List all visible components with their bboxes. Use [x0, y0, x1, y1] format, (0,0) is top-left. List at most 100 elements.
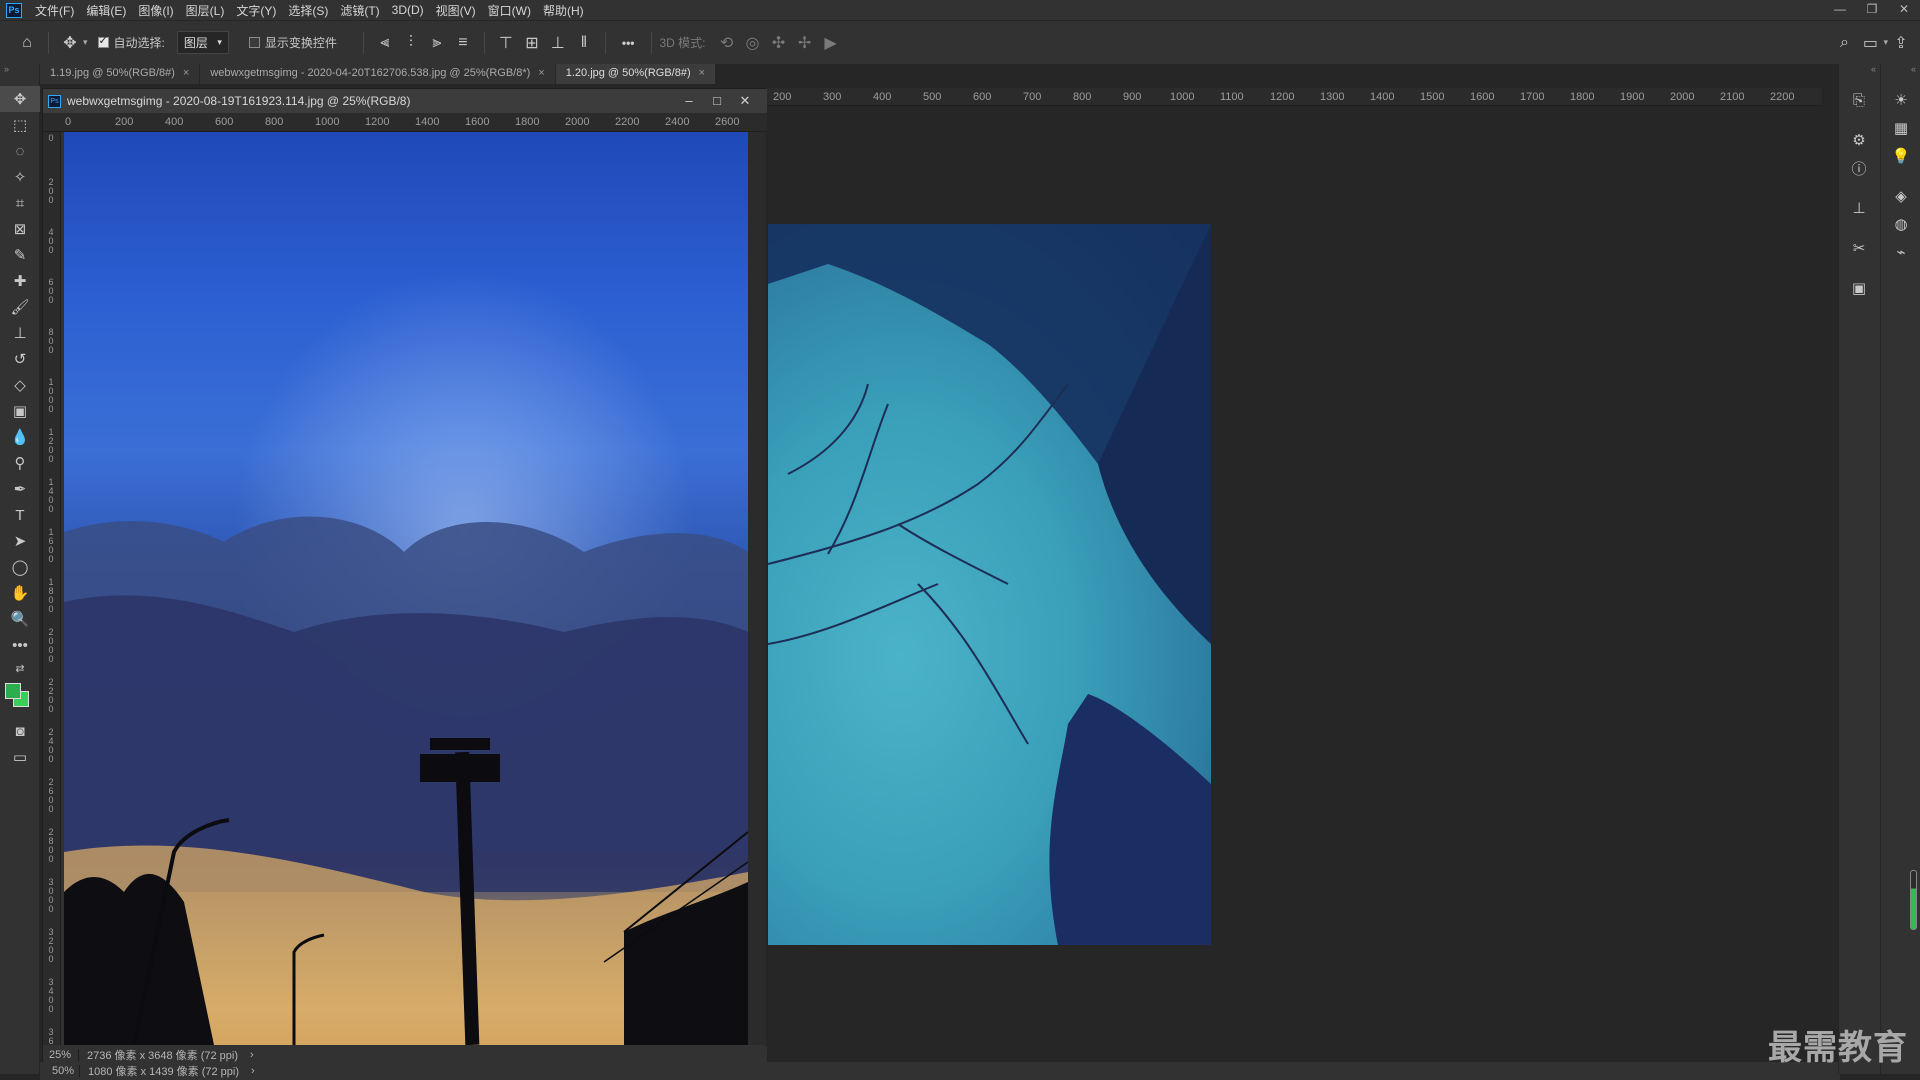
close-button[interactable]: ✕ [1888, 0, 1920, 20]
align-bottom-icon[interactable]: ⊥ [545, 31, 571, 55]
more-options-button[interactable]: ••• [622, 36, 635, 50]
screen-mode-icon[interactable]: ▭ [0, 744, 40, 770]
close-icon[interactable]: × [538, 67, 544, 79]
align-right-icon[interactable]: ⫸ [424, 31, 450, 55]
document-window-controls: – □ ✕ [675, 89, 759, 113]
chevron-right-icon[interactable]: › [250, 1049, 254, 1061]
history-brush-tool-icon[interactable]: ↺ [0, 346, 40, 372]
marquee-tool-icon[interactable]: ⬚ [0, 112, 40, 138]
home-icon[interactable]: ⌂ [14, 31, 40, 55]
distribute-horizontal-icon[interactable]: ≡ [450, 31, 476, 55]
move-tool-icon[interactable]: ✥ [57, 31, 83, 55]
more-tools-icon[interactable]: ••• [0, 632, 40, 658]
quick-mask-icon[interactable]: ◙ [0, 718, 40, 744]
tab-doc-1[interactable]: 1.19.jpg @ 50%(RGB/8#) × [40, 64, 201, 84]
menu-image[interactable]: 图像(I) [132, 2, 179, 19]
path-selection-tool-icon[interactable]: ➤ [0, 528, 40, 554]
share-icon[interactable]: ⇪ [1888, 31, 1914, 55]
zoom-level[interactable]: 25% [43, 1049, 79, 1061]
clone-stamp-tool-icon[interactable]: ⊥ [0, 320, 40, 346]
search-icon[interactable]: ⌕ [1831, 31, 1857, 55]
blur-tool-icon[interactable]: 💧 [0, 424, 40, 450]
align-middle-icon[interactable]: ⊞ [519, 31, 545, 55]
channels-panel-icon[interactable]: ◍ [1881, 210, 1920, 238]
menu-filter[interactable]: 滤镜(T) [334, 2, 385, 19]
show-transform-checkbox[interactable] [248, 37, 260, 48]
align-left-icon[interactable]: ⫷ [372, 31, 398, 55]
artboard-panel-icon[interactable]: ▣ [1839, 274, 1879, 302]
align-center-icon[interactable]: ⫶ [398, 31, 424, 55]
paths-panel-icon[interactable]: ⌁ [1881, 238, 1920, 266]
type-tool-icon[interactable]: T [0, 502, 40, 528]
info-panel-icon[interactable]: ⓘ [1839, 154, 1879, 182]
workspace-icon[interactable]: ▭ [1857, 31, 1883, 55]
brush-tool-icon[interactable]: 🖌 [0, 294, 40, 320]
menu-edit[interactable]: 编辑(E) [80, 2, 132, 19]
zoom-level[interactable]: 50% [40, 1065, 80, 1077]
menu-window[interactable]: 窗口(W) [482, 2, 537, 19]
canvas-image-tree-branches[interactable] [768, 224, 1211, 945]
dodge-tool-icon[interactable]: ⚲ [0, 450, 40, 476]
canvas-image-sky[interactable] [64, 132, 748, 1045]
zoom-tool-icon[interactable]: 🔍 [0, 606, 40, 632]
crop-tool-icon[interactable]: ⌗ [0, 190, 40, 216]
magic-wand-tool-icon[interactable]: ✧ [0, 164, 40, 190]
close-icon[interactable]: × [699, 67, 705, 79]
adjustments-panel-icon[interactable]: ☀ [1881, 86, 1920, 114]
tab-doc-3[interactable]: 1.20.jpg @ 50%(RGB/8#) × [555, 64, 717, 84]
history-panel-icon[interactable]: ⎘ [1839, 86, 1879, 114]
menu-select[interactable]: 选择(S) [282, 2, 334, 19]
foreground-color-swatch[interactable] [5, 683, 21, 699]
menu-help[interactable]: 帮助(H) [537, 2, 590, 19]
collapse-toggle-icon[interactable]: » [0, 64, 39, 86]
tool-presets-panel-icon[interactable]: ✂ [1839, 234, 1879, 262]
properties-panel-icon[interactable]: ⚙ [1839, 126, 1879, 154]
distribute-vertical-icon[interactable]: ‖ [571, 31, 597, 55]
ellipse-tool-icon[interactable]: ◯ [0, 554, 40, 580]
tree-silhouette [768, 224, 1211, 945]
restore-button[interactable]: ❐ [1856, 0, 1888, 20]
swap-colors-icon[interactable]: ⇄ [0, 658, 40, 678]
close-icon[interactable]: × [183, 67, 189, 79]
layer-dropdown[interactable]: 图层 ▾ [176, 31, 229, 54]
minimize-button[interactable]: — [1824, 0, 1856, 20]
close-button[interactable]: ✕ [731, 89, 759, 113]
frame-tool-icon[interactable]: ⊠ [0, 216, 40, 242]
collapse-toggle-icon[interactable]: « [1839, 64, 1880, 86]
menu-file[interactable]: 文件(F) [29, 2, 80, 19]
chevron-right-icon[interactable]: › [251, 1065, 255, 1077]
camera-3d-icon[interactable]: ▶ [818, 31, 844, 55]
menu-type[interactable]: 文字(Y) [230, 2, 282, 19]
layers-panel-icon[interactable]: ◈ [1881, 182, 1920, 210]
clone-source-panel-icon[interactable]: ⊥ [1839, 194, 1879, 222]
swatches-panel-icon[interactable]: ▦ [1881, 114, 1920, 142]
slide-3d-icon[interactable]: ✢ [792, 31, 818, 55]
align-top-icon[interactable]: ⊤ [493, 31, 519, 55]
orbit-3d-icon[interactable]: ⟲ [714, 31, 740, 55]
lasso-tool-icon[interactable]: ◌ [0, 138, 40, 164]
vertical-scrollbar[interactable] [748, 132, 766, 1045]
ruler-tick: 6 0 0 [48, 277, 54, 305]
hand-tool-icon[interactable]: ✋ [0, 580, 40, 606]
eyedropper-tool-icon[interactable]: ✎ [0, 242, 40, 268]
healing-brush-tool-icon[interactable]: ✚ [0, 268, 40, 294]
chevron-down-icon[interactable]: ▾ [83, 37, 88, 48]
minimize-button[interactable]: – [675, 89, 703, 113]
menu-view[interactable]: 视图(V) [430, 2, 482, 19]
pen-tool-icon[interactable]: ✒ [0, 476, 40, 502]
eraser-tool-icon[interactable]: ◇ [0, 372, 40, 398]
tab-doc-2[interactable]: webwxgetmsgimg - 2020-04-20T162706.538.j… [200, 64, 556, 84]
collapse-toggle-icon[interactable]: « [1881, 64, 1920, 86]
menu-layer[interactable]: 图层(L) [180, 2, 231, 19]
ruler-tick: 1 6 0 0 [48, 527, 54, 564]
maximize-button[interactable]: □ [703, 89, 731, 113]
panel-scroll-indicator[interactable] [1910, 870, 1917, 930]
roll-3d-icon[interactable]: ◎ [740, 31, 766, 55]
auto-select-checkbox[interactable] [97, 34, 109, 48]
gradient-tool-icon[interactable]: ▣ [0, 398, 40, 424]
menu-3d[interactable]: 3D(D) [386, 3, 430, 17]
document-title-bar[interactable]: Ps webwxgetmsgimg - 2020-08-19T161923.11… [43, 89, 767, 113]
pan-3d-icon[interactable]: ✣ [766, 31, 792, 55]
move-tool-icon[interactable]: ✥ [0, 86, 40, 112]
learn-panel-icon[interactable]: 💡 [1881, 142, 1920, 170]
